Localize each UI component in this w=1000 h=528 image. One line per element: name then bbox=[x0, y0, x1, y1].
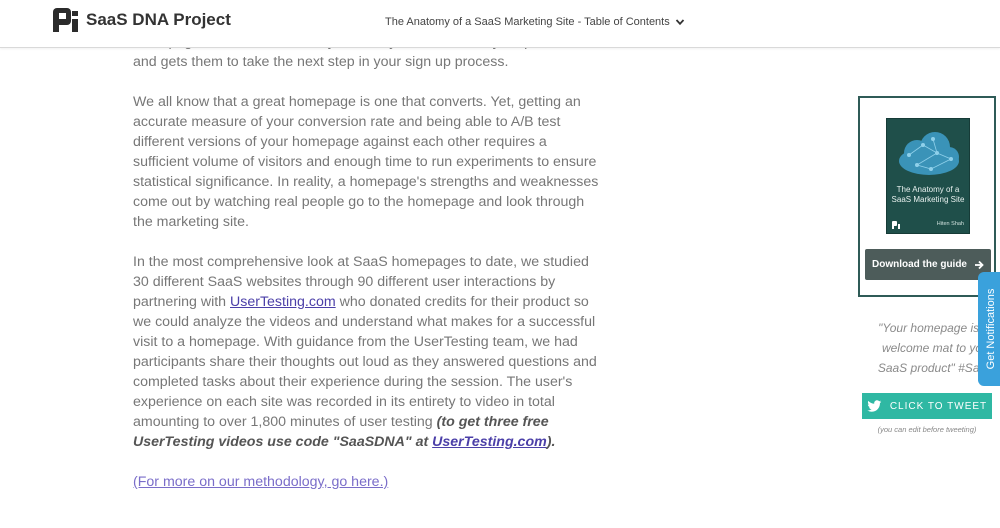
logo-icon bbox=[53, 8, 78, 32]
paragraph-conversion: We all know that a great homepage is one… bbox=[133, 94, 599, 230]
top-header: SaaS DNA Project The Anatomy of a SaaS M… bbox=[0, 0, 1000, 48]
click-to-tweet-button[interactable]: CLICK TO TWEET bbox=[862, 393, 992, 419]
twitter-icon bbox=[867, 399, 882, 412]
arrow-right-icon bbox=[975, 260, 984, 269]
paragraph-study: In the most comprehensive look at SaaS h… bbox=[133, 254, 597, 450]
site-title: SaaS DNA Project bbox=[86, 10, 231, 29]
usertesting-promo-link[interactable]: UserTesting.com bbox=[432, 434, 547, 450]
paragraph-methodology: (For more on our methodology, go here.) bbox=[133, 472, 603, 492]
get-notifications-tab[interactable]: Get Notifications bbox=[978, 272, 1000, 386]
methodology-link[interactable]: (For more on our methodology, go here.) bbox=[133, 474, 388, 490]
toc-label: The Anatomy of a SaaS Marketing Site - T… bbox=[385, 16, 670, 28]
tweet-note: (you can edit before tweeting) bbox=[877, 425, 977, 434]
cloud-network-icon bbox=[899, 132, 959, 175]
notifications-label: Get Notifications bbox=[985, 288, 997, 370]
article-body: homepage introduces users to your site, … bbox=[133, 32, 603, 512]
download-guide-label: Download the guide bbox=[872, 259, 967, 270]
guide-book-cover[interactable]: The Anatomy of a SaaS Marketing Site Hit… bbox=[886, 118, 970, 234]
guide-download-card: The Anatomy of a SaaS Marketing Site Hit… bbox=[858, 96, 996, 297]
usertesting-link[interactable]: UserTesting.com bbox=[230, 294, 336, 310]
download-guide-button[interactable]: Download the guide bbox=[865, 249, 991, 280]
toc-dropdown[interactable]: The Anatomy of a SaaS Marketing Site - T… bbox=[385, 16, 685, 28]
tweet-label: CLICK TO TWEET bbox=[889, 400, 988, 412]
book-author: Hiten Shah bbox=[936, 221, 964, 227]
chevron-down-icon bbox=[675, 19, 684, 26]
book-logo-icon bbox=[892, 221, 900, 229]
site-logo[interactable]: SaaS DNA Project bbox=[52, 7, 231, 33]
book-title: The Anatomy of a SaaS Marketing Site bbox=[891, 185, 965, 204]
